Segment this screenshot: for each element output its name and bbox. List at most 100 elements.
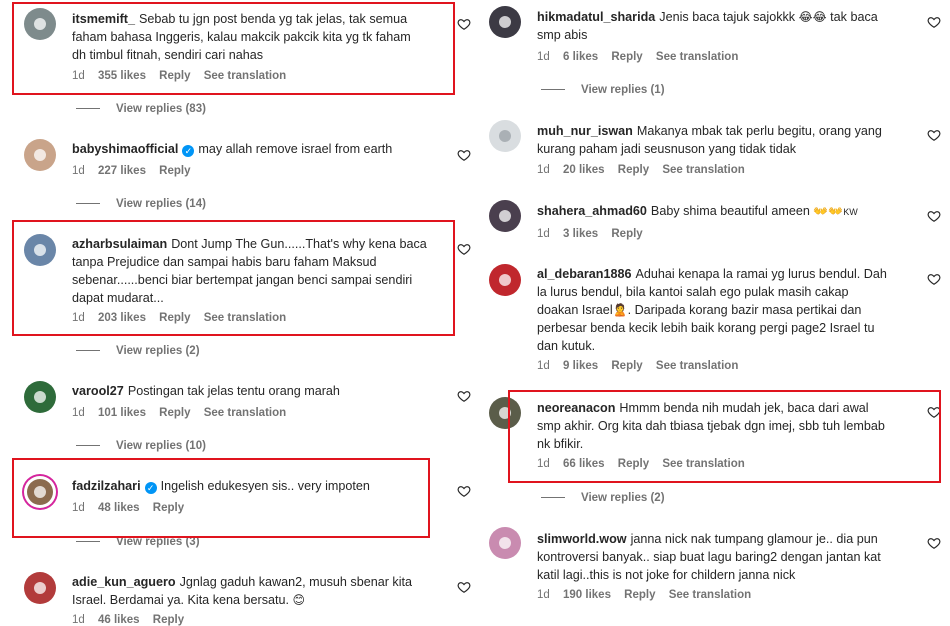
view-replies-button[interactable]: View replies (83) <box>76 103 206 115</box>
view-replies-button[interactable]: View replies (10) <box>76 440 206 452</box>
reply-button[interactable]: Reply <box>618 458 649 470</box>
comment-likes[interactable]: 190 likes <box>563 589 611 601</box>
comment-likes[interactable]: 355 likes <box>98 70 146 82</box>
avatar[interactable] <box>24 381 56 413</box>
heart-icon[interactable] <box>457 148 471 162</box>
avatar[interactable] <box>24 476 56 508</box>
avatar-face-icon <box>499 16 511 28</box>
see-translation-button[interactable]: See translation <box>662 164 744 176</box>
comment-time: 1d <box>537 360 550 372</box>
see-translation-button[interactable]: See translation <box>204 312 286 324</box>
reply-button[interactable]: Reply <box>153 614 184 626</box>
see-translation-button[interactable]: See translation <box>204 407 286 419</box>
comment-username[interactable]: hikmadatul_sharida <box>537 10 655 24</box>
comments-column-right: hikmadatul_sharida Jenis baca tajuk sajok… <box>480 0 950 620</box>
avatar[interactable] <box>24 8 56 40</box>
smile-emoji-icon: 😊 <box>292 593 306 607</box>
see-translation-button[interactable]: See translation <box>669 589 751 601</box>
comment-likes[interactable]: 101 likes <box>98 407 146 419</box>
avatar[interactable] <box>489 264 521 296</box>
comment-username[interactable]: adie_kun_aguero <box>72 575 176 589</box>
heart-icon[interactable] <box>457 580 471 594</box>
view-replies-button[interactable]: View replies (3) <box>76 536 200 548</box>
reply-button[interactable]: Reply <box>153 502 184 514</box>
comment-time: 1d <box>72 407 85 419</box>
avatar[interactable] <box>24 139 56 171</box>
comment-username[interactable]: varool27 <box>72 384 124 398</box>
comment-likes[interactable]: 20 likes <box>563 164 605 176</box>
comment-username[interactable]: azharbsulaiman <box>72 237 167 251</box>
heart-icon[interactable] <box>457 242 471 256</box>
avatar[interactable] <box>489 397 521 429</box>
comment-text: neoreanacon Hmmm benda nih mudah jek, bac… <box>537 401 885 451</box>
comment-meta: 1d 20 likes Reply See translation <box>537 164 755 176</box>
avatar[interactable] <box>489 527 521 559</box>
comment-likes[interactable]: 227 likes <box>98 165 146 177</box>
comment-time: 1d <box>72 312 85 324</box>
reply-button[interactable]: Reply <box>611 51 642 63</box>
comment-time: 1d <box>72 165 85 177</box>
avatar[interactable] <box>489 120 521 152</box>
reply-button[interactable]: Reply <box>611 360 642 372</box>
comment-meta: 1d 6 likes Reply See translation <box>537 51 748 63</box>
verified-badge-icon: ✓ <box>144 482 157 494</box>
comment-likes[interactable]: 3 likes <box>563 228 598 240</box>
heart-icon[interactable] <box>927 405 941 419</box>
heart-icon[interactable] <box>927 128 941 142</box>
see-translation-button[interactable]: See translation <box>662 458 744 470</box>
comment-username[interactable]: neoreanacon <box>537 401 615 415</box>
open-hands-emoji-icon: 👐👐 <box>813 204 844 218</box>
comment-text: slimworld.wow janna nick nak tumpang glam… <box>537 532 881 582</box>
view-replies-button[interactable]: View replies (2) <box>76 345 200 357</box>
comment-username[interactable]: itsmemift_ <box>72 12 135 26</box>
comment-likes[interactable]: 66 likes <box>563 458 605 470</box>
comment-time: 1d <box>537 228 550 240</box>
comment-username[interactable]: al_debaran1886 <box>537 267 632 281</box>
heart-icon[interactable] <box>927 536 941 550</box>
avatar-face-icon <box>34 391 46 403</box>
comment-meta: 1d 48 likes Reply <box>72 502 194 514</box>
comment-text: babyshimaofficial ✓ may allah remove israe… <box>72 142 393 157</box>
avatar[interactable] <box>489 6 521 38</box>
view-replies-button[interactable]: View replies (1) <box>541 84 665 96</box>
comment-text: varool27 Postingan tak jelas tentu orang … <box>72 384 340 398</box>
avatar[interactable] <box>24 572 56 604</box>
comment-likes[interactable]: 203 likes <box>98 312 146 324</box>
heart-icon[interactable] <box>927 272 941 286</box>
comment-text: muh_nur_iswan Makanya mbak tak perlu begi… <box>537 124 882 156</box>
comment-likes[interactable]: 48 likes <box>98 502 140 514</box>
comment-username[interactable]: babyshimaofficial <box>72 142 178 156</box>
reply-button[interactable]: Reply <box>618 164 649 176</box>
comment-username[interactable]: slimworld.wow <box>537 532 627 546</box>
heart-icon[interactable] <box>457 17 471 31</box>
reply-button[interactable]: Reply <box>624 589 655 601</box>
person-emoji-icon: 🙎 <box>612 303 628 317</box>
heart-icon[interactable] <box>927 15 941 29</box>
comment-time: 1d <box>537 164 550 176</box>
comment-likes[interactable]: 46 likes <box>98 614 140 626</box>
reply-button[interactable]: Reply <box>159 165 190 177</box>
heart-icon[interactable] <box>457 389 471 403</box>
comment-username[interactable]: muh_nur_iswan <box>537 124 633 138</box>
heart-icon[interactable] <box>927 209 941 223</box>
reply-button[interactable]: Reply <box>159 407 190 419</box>
comment-likes[interactable]: 6 likes <box>563 51 598 63</box>
comment-time: 1d <box>72 70 85 82</box>
view-replies-button[interactable]: View replies (14) <box>76 198 206 210</box>
see-translation-button[interactable]: See translation <box>656 51 738 63</box>
see-translation-button[interactable]: See translation <box>204 70 286 82</box>
avatar[interactable] <box>24 234 56 266</box>
avatar[interactable] <box>489 200 521 232</box>
comment-text: fadzilzahari ✓ Ingelish edukesyen sis.. ve… <box>72 479 370 494</box>
comment-username[interactable]: shahera_ahmad60 <box>537 204 647 218</box>
comment-meta: 1d 227 likes Reply <box>72 165 201 177</box>
comment-username[interactable]: fadzilzahari <box>72 479 141 493</box>
comment-likes[interactable]: 9 likes <box>563 360 598 372</box>
reply-button[interactable]: Reply <box>159 312 190 324</box>
heart-icon[interactable] <box>457 484 471 498</box>
comment-meta: 1d 3 likes Reply <box>537 228 653 240</box>
reply-button[interactable]: Reply <box>611 228 642 240</box>
see-translation-button[interactable]: See translation <box>656 360 738 372</box>
view-replies-button[interactable]: View replies (2) <box>541 492 665 504</box>
reply-button[interactable]: Reply <box>159 70 190 82</box>
